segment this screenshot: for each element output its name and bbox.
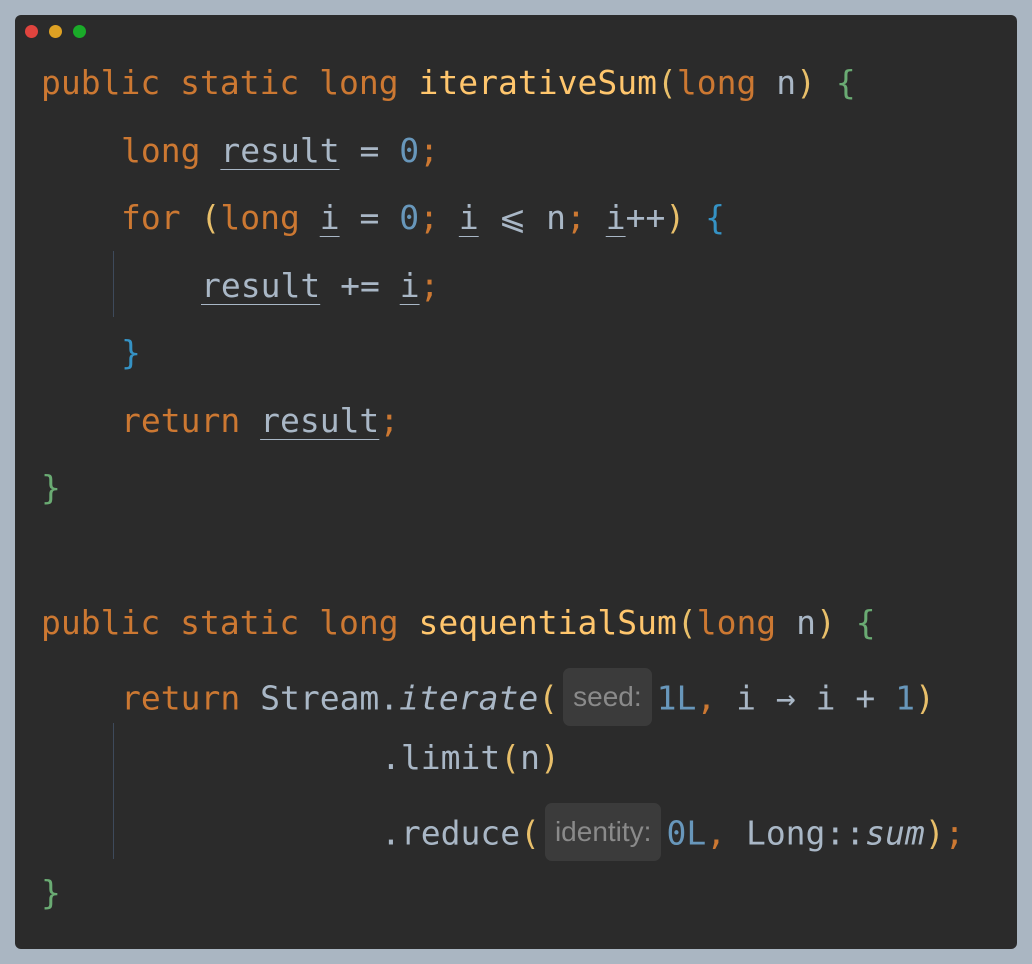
keyword: long xyxy=(220,198,300,237)
keyword: static xyxy=(180,603,300,642)
variable: i xyxy=(399,266,420,305)
static-method: iterate xyxy=(399,678,539,718)
code-line: .limit(n) xyxy=(381,738,560,778)
semicolon: ; xyxy=(944,813,965,853)
static-method: sum xyxy=(865,813,925,853)
code-line: long result = 0; xyxy=(121,131,439,171)
parameter: n xyxy=(776,63,797,102)
semicolon: ; xyxy=(419,198,439,237)
class-name: Stream. xyxy=(260,678,400,718)
paren: ( xyxy=(676,603,697,642)
variable: result xyxy=(201,266,321,305)
keyword: public xyxy=(41,63,161,102)
comma: , xyxy=(696,678,717,718)
code-line: public static long sequentialSum(long n)… xyxy=(41,603,876,643)
code-line: } xyxy=(41,873,61,913)
paren: ) xyxy=(815,603,836,642)
operator: ++ xyxy=(625,198,666,237)
brace: { xyxy=(705,198,725,237)
semicolon: ; xyxy=(565,198,586,237)
paren: ( xyxy=(200,198,221,237)
semicolon: ; xyxy=(379,401,400,440)
operator: = xyxy=(339,198,400,237)
paren: ) xyxy=(924,813,945,853)
operator: = xyxy=(339,131,400,170)
code-line: return Stream.iterate(seed: 1L, i → i + 1… xyxy=(121,668,935,726)
code-line: } xyxy=(121,333,141,373)
method-name: sequentialSum xyxy=(418,603,677,642)
brace: } xyxy=(41,468,61,507)
indent-guide xyxy=(113,251,114,317)
brace: { xyxy=(855,603,876,642)
paren: ) xyxy=(539,738,560,777)
keyword: long xyxy=(696,603,777,642)
paren: ) xyxy=(665,198,686,237)
brace: { xyxy=(835,63,856,102)
operator: ⩽ xyxy=(478,198,547,237)
code-line: for (long i = 0; i ⩽ n; i++) { xyxy=(121,198,725,238)
keyword: long xyxy=(676,63,757,102)
parameter: n xyxy=(796,603,816,642)
number: 1 xyxy=(895,678,915,718)
code-line: return result; xyxy=(121,401,399,441)
number: 1L xyxy=(656,678,697,718)
paren: ( xyxy=(538,678,559,718)
keyword: for xyxy=(121,198,181,237)
operator: += xyxy=(320,266,400,305)
method-call: .limit xyxy=(381,738,501,777)
keyword: long xyxy=(121,131,201,170)
brace: } xyxy=(41,873,61,912)
semicolon: ; xyxy=(419,131,439,170)
code-editor: public static long iterativeSum(long n) … xyxy=(15,15,1017,949)
code-line: public static long iterativeSum(long n) … xyxy=(41,63,856,103)
number: 0L xyxy=(666,813,707,853)
keyword: return xyxy=(121,678,241,718)
method-name: iterativeSum xyxy=(418,63,657,102)
keyword: long xyxy=(319,603,399,642)
paren: ) xyxy=(914,678,935,718)
argument: n xyxy=(520,738,540,777)
number: 0 xyxy=(399,198,420,237)
brace: } xyxy=(121,333,141,372)
variable: result xyxy=(260,401,380,440)
method-call: .reduce xyxy=(381,813,521,853)
code-line: result += i; xyxy=(201,266,439,306)
inlay-hint-seed: seed: xyxy=(563,668,652,726)
code-line: } xyxy=(41,468,61,508)
paren: ) xyxy=(796,63,816,102)
paren: ( xyxy=(656,63,677,102)
indent-guide xyxy=(113,723,114,859)
variable: i xyxy=(319,198,340,237)
variable: i xyxy=(605,198,626,237)
parameter: n xyxy=(546,198,566,237)
keyword: long xyxy=(319,63,399,102)
inlay-hint-identity: identity: xyxy=(544,803,662,861)
variable: i xyxy=(458,198,479,237)
paren: ( xyxy=(500,738,521,777)
keyword: public xyxy=(41,603,161,642)
lambda: i → i + xyxy=(716,678,896,718)
keyword: return xyxy=(121,401,241,440)
variable: result xyxy=(220,131,340,170)
method-reference: Long:: xyxy=(726,813,866,853)
paren: ( xyxy=(520,813,540,853)
code-line: .reduce(identity: 0L, Long::sum); xyxy=(381,803,965,861)
number: 0 xyxy=(399,131,420,170)
comma: , xyxy=(706,813,727,853)
semicolon: ; xyxy=(419,266,440,305)
code-window: public static long iterativeSum(long n) … xyxy=(15,15,1017,949)
keyword: static xyxy=(180,63,300,102)
